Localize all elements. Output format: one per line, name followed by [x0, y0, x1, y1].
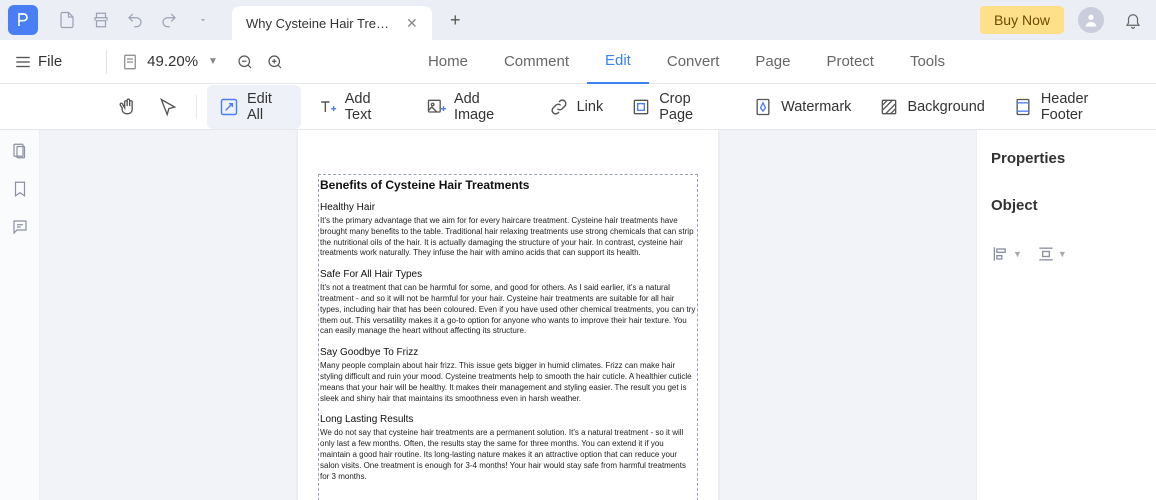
workspace: Benefits of Cysteine Hair Treatments Hea…	[0, 130, 1156, 500]
redo-icon[interactable]	[154, 5, 184, 35]
buy-now-button[interactable]: Buy Now	[980, 6, 1064, 34]
menu-bar: File 49.20% ▼ Home Comment Edit Convert …	[0, 40, 1156, 84]
chevron-down-icon: ▼	[1058, 249, 1067, 259]
add-text-button[interactable]: Add Text	[305, 85, 410, 129]
app-logo[interactable]	[8, 5, 38, 35]
menu-page[interactable]: Page	[737, 40, 808, 84]
header-footer-label: Header Footer	[1041, 91, 1130, 123]
notifications-icon[interactable]	[1124, 11, 1142, 29]
properties-heading: Properties	[991, 150, 1142, 167]
print-icon[interactable]	[86, 5, 116, 35]
document-tab[interactable]: Why Cysteine Hair Treat... ✕	[232, 6, 432, 40]
separator	[196, 95, 197, 119]
title-bar: Why Cysteine Hair Treat... ✕ + Buy Now	[0, 0, 1156, 40]
select-tool-icon[interactable]	[150, 91, 186, 123]
doc-subheading[interactable]: Long Lasting Results	[320, 414, 696, 425]
zoom-level[interactable]: 49.20%	[147, 53, 198, 70]
doc-paragraph[interactable]: We do not say that cysteine hair treatme…	[320, 428, 696, 482]
menu-icon[interactable]	[14, 53, 32, 71]
edit-all-label: Edit All	[247, 91, 289, 123]
edit-toolbar: Edit All Add Text Add Image Link Crop Pa…	[0, 84, 1156, 130]
link-label: Link	[577, 99, 604, 115]
save-icon[interactable]	[52, 5, 82, 35]
separator	[106, 50, 107, 74]
close-tab-icon[interactable]: ✕	[406, 15, 418, 32]
comments-icon[interactable]	[11, 218, 29, 236]
menu-tools[interactable]: Tools	[892, 40, 963, 84]
doc-subheading[interactable]: Healthy Hair	[320, 202, 696, 213]
add-text-label: Add Text	[345, 91, 398, 123]
link-button[interactable]: Link	[537, 91, 616, 123]
menu-convert[interactable]: Convert	[649, 40, 738, 84]
new-tab-icon[interactable]: +	[450, 10, 461, 31]
watermark-label: Watermark	[781, 99, 851, 115]
watermark-button[interactable]: Watermark	[741, 91, 863, 123]
doc-subheading[interactable]: Say Goodbye To Frizz	[320, 347, 696, 358]
menu-protect[interactable]: Protect	[808, 40, 892, 84]
undo-icon[interactable]	[120, 5, 150, 35]
header-footer-button[interactable]: Header Footer	[1001, 85, 1142, 129]
background-label: Background	[907, 99, 984, 115]
edit-all-button[interactable]: Edit All	[207, 85, 301, 129]
doc-heading[interactable]: Benefits of Cysteine Hair Treatments	[320, 178, 696, 192]
zoom-out-icon[interactable]	[236, 53, 254, 71]
document-canvas[interactable]: Benefits of Cysteine Hair Treatments Hea…	[40, 130, 976, 500]
menu-home[interactable]: Home	[410, 40, 486, 84]
file-menu[interactable]: File	[38, 53, 62, 70]
left-sidebar	[0, 130, 40, 500]
doc-subheading[interactable]: Safe For All Hair Types	[320, 269, 696, 280]
align-tool[interactable]: ▼	[991, 244, 1022, 264]
hand-tool-icon[interactable]	[110, 91, 146, 123]
doc-paragraph[interactable]: It's not a treatment that can be harmful…	[320, 283, 696, 337]
user-avatar-icon[interactable]	[1078, 7, 1104, 33]
tab-title: Why Cysteine Hair Treat...	[246, 16, 396, 31]
bookmarks-icon[interactable]	[11, 180, 29, 198]
crop-page-label: Crop Page	[659, 91, 725, 123]
background-button[interactable]: Background	[867, 91, 996, 123]
doc-paragraph[interactable]: Many people complain about hair frizz. T…	[320, 361, 696, 404]
crop-page-button[interactable]: Crop Page	[619, 85, 737, 129]
zoom-dropdown-icon[interactable]: ▼	[208, 56, 218, 67]
document-page[interactable]: Benefits of Cysteine Hair Treatments Hea…	[298, 130, 718, 500]
properties-panel: Properties Object ▼ ▼	[976, 130, 1156, 500]
page-view-icon[interactable]	[121, 53, 139, 71]
menu-edit[interactable]: Edit	[587, 40, 649, 84]
menu-comment[interactable]: Comment	[486, 40, 587, 84]
doc-paragraph[interactable]: It's the primary advantage that we aim f…	[320, 216, 696, 259]
add-image-button[interactable]: Add Image	[414, 85, 533, 129]
object-heading: Object	[991, 197, 1142, 214]
zoom-in-icon[interactable]	[266, 53, 284, 71]
add-image-label: Add Image	[454, 91, 521, 123]
chevron-down-icon: ▼	[1013, 249, 1022, 259]
thumbnails-icon[interactable]	[11, 142, 29, 160]
distribute-tool[interactable]: ▼	[1036, 244, 1067, 264]
more-dropdown-icon[interactable]	[188, 5, 218, 35]
